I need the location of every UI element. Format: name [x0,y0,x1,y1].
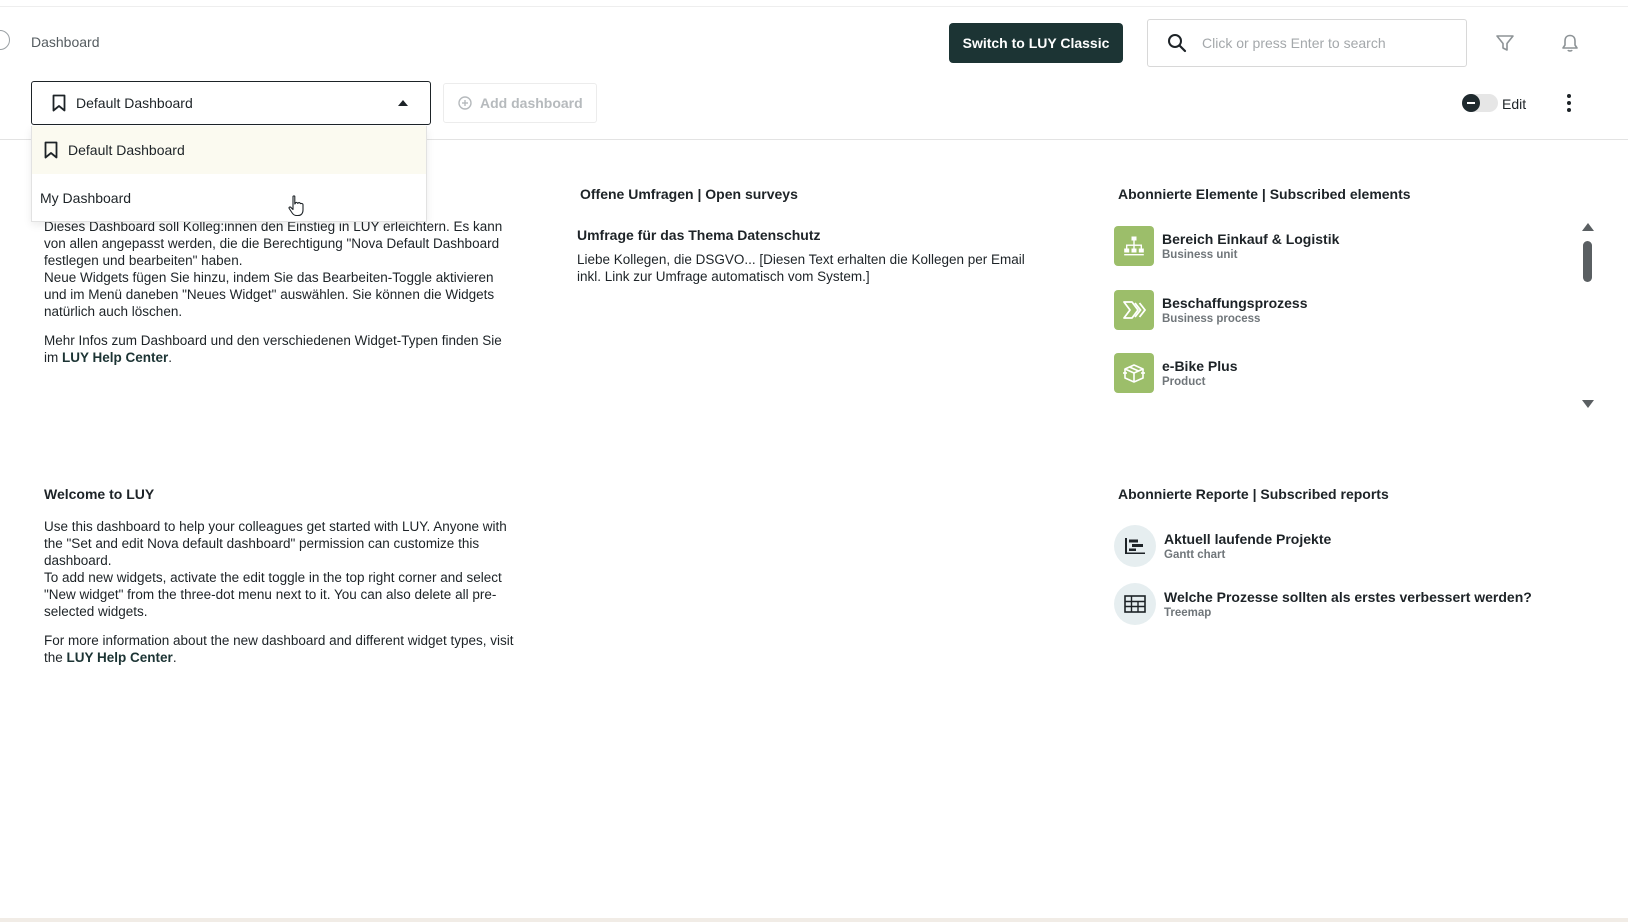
scrollbar-thumb[interactable] [1583,241,1592,282]
dashboard-dropdown: Default Dashboard My Dashboard [31,126,427,222]
bookmark-icon [44,141,58,159]
toggle-knob [1462,94,1480,112]
report-name: Aktuell laufende Projekte [1164,530,1332,547]
element-name: Bereich Einkauf & Logistik [1162,230,1340,247]
welcome-text-en: Use this dashboard to help your colleagu… [44,518,514,678]
element-name: Beschaffungsprozess [1162,294,1308,311]
filter-icon[interactable] [1494,32,1516,54]
switch-to-classic-button[interactable]: Switch to LUY Classic [949,23,1123,63]
welcome-en-p3-post: . [172,650,177,665]
add-circle-icon [458,96,472,110]
welcome-de-p2: Neue Widgets fügen Sie hinzu, indem Sie … [44,270,495,319]
bookmark-icon [52,94,66,112]
caret-up-icon [398,100,408,106]
subscribed-report-item[interactable]: Aktuell laufende Projekte Gantt chart [1114,525,1331,567]
dropdown-item-label: Default Dashboard [68,142,185,158]
product-box-icon [1114,353,1154,393]
gantt-icon [1114,525,1156,567]
welcome-en-title: Welcome to LUY [44,486,155,502]
subscribed-elements-title: Abonnierte Elemente | Subscribed element… [1118,186,1411,202]
surveys-title: Offene Umfragen | Open surveys [580,186,798,202]
dropdown-item-default-dashboard[interactable]: Default Dashboard [32,126,426,174]
welcome-text-de: Dieses Dashboard soll Kolleg:innen den E… [44,218,514,378]
survey-item-text: Liebe Kollegen, die DSGVO... [Diesen Tex… [577,252,1025,284]
add-dashboard-label: Add dashboard [480,95,583,111]
welcome-en-p2: To add new widgets, activate the edit to… [44,570,502,619]
edit-label[interactable]: Edit [1502,96,1526,112]
element-type: Business process [1162,312,1261,325]
treemap-icon [1114,583,1156,625]
subscribed-report-item[interactable]: Welche Prozesse sollten als erstes verbe… [1114,583,1532,625]
selected-dashboard-label: Default Dashboard [76,95,193,111]
element-type: Business unit [1162,248,1238,261]
welcome-de-p1: Dieses Dashboard soll Kolleg:innen den E… [44,219,503,268]
element-type: Product [1162,375,1206,388]
dashboard-select[interactable]: Default Dashboard [31,81,431,125]
subscribed-element-item[interactable]: Bereich Einkauf & Logistik Business unit [1114,226,1339,266]
welcome-en-p1: Use this dashboard to help your colleagu… [44,519,507,568]
more-options-icon[interactable] [1562,92,1576,114]
search-input[interactable] [1202,35,1442,51]
breadcrumb[interactable]: Dashboard [31,34,100,50]
help-center-link-en[interactable]: LUY Help Center [67,650,173,665]
bell-icon[interactable] [1559,32,1581,54]
mouse-cursor-icon [288,195,304,222]
welcome-de-p3-post: . [168,350,173,365]
subscribed-element-item[interactable]: Beschaffungsprozess Business process [1114,290,1307,330]
top-divider [0,6,1628,7]
survey-item-title[interactable]: Umfrage für das Thema Datenschutz [577,227,821,243]
dropdown-item-label: My Dashboard [40,190,132,206]
collapsed-menu-icon[interactable] [0,30,10,50]
help-center-link-de[interactable]: LUY Help Center [62,350,168,365]
dropdown-item-my-dashboard[interactable]: My Dashboard [32,174,426,222]
element-name: e-Bike Plus [1162,357,1238,374]
bottom-edge [0,918,1628,922]
process-chevron-icon [1114,290,1154,330]
scroll-down-arrow-icon[interactable] [1582,400,1594,408]
scroll-up-arrow-icon[interactable] [1582,223,1594,231]
search-box[interactable] [1147,19,1467,67]
org-chart-icon [1114,226,1154,266]
edit-toggle[interactable] [1462,94,1498,112]
report-name: Welche Prozesse sollten als erstes verbe… [1164,588,1532,605]
subscribed-reports-title: Abonnierte Reporte | Subscribed reports [1118,486,1389,502]
report-type: Gantt chart [1164,548,1226,561]
subscribed-element-item[interactable]: e-Bike Plus Product [1114,353,1237,393]
add-dashboard-button[interactable]: Add dashboard [443,83,597,123]
report-type: Treemap [1164,606,1212,619]
search-icon [1166,32,1188,54]
